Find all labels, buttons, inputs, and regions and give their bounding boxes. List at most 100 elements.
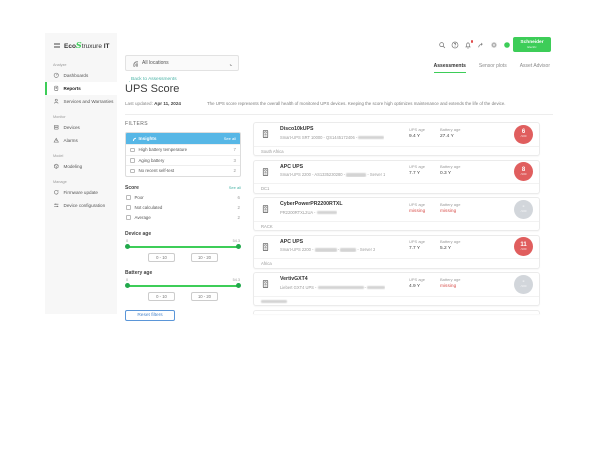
ups-age-label: UPS age	[409, 127, 425, 132]
ups-age-label: UPS age	[409, 277, 425, 282]
settings-button[interactable]	[490, 41, 498, 49]
share-icon	[477, 41, 485, 49]
range-preset-button[interactable]: 10 - 20	[191, 292, 218, 301]
sidebar-item-device-configuration[interactable]: Device configuration	[45, 199, 117, 212]
search-button[interactable]	[438, 41, 446, 49]
slider-min-label: 0	[126, 239, 128, 243]
app-logo: EcoStruxure IT	[64, 40, 110, 50]
device-card[interactable]: Disco10kUPSSmart-UPS SRT 10000 - QS14451…	[253, 122, 540, 156]
ups-age-value: 7.7 Y	[409, 171, 425, 176]
score-checkbox-poor[interactable]	[126, 195, 131, 200]
reset-filters-button[interactable]: Reset filters	[125, 310, 175, 321]
ups-age-label: UPS age	[409, 239, 425, 244]
tab-assessments[interactable]: Assessments	[434, 63, 466, 73]
insights-filter-box: Insights See all High battery temperatur…	[125, 132, 241, 177]
ups-age-value: missing	[409, 209, 425, 214]
score-checkbox-average[interactable]	[126, 215, 131, 220]
device-card[interactable]: APC UPSSmart-UPS 2200 - - - Server 2UPS …	[253, 235, 540, 269]
device-name: CyberPowerPR2200RTXL	[280, 201, 343, 207]
device-card[interactable]: CyberPowerPR2200RTXLPR2200RTXL2UA - UPS …	[253, 197, 540, 231]
score-max: /100	[521, 248, 527, 252]
device-model: Smart-UPS 2200 - - - Server 2	[280, 247, 375, 252]
sidebar-item-label: Services and Warranties	[64, 99, 114, 104]
location-pin-icon	[131, 60, 138, 67]
filter-label: No recent self-test	[139, 168, 175, 173]
slider-handle-max[interactable]	[236, 244, 241, 249]
sidebar-item-alarms[interactable]: Alarms	[45, 134, 117, 147]
sidebar-item-dashboards[interactable]: Dashboards	[45, 69, 117, 82]
score-see-all-link[interactable]: See all	[229, 185, 241, 190]
filters-panel: FILTERS Insights See all High battery te…	[125, 121, 241, 321]
battery-age: Battery age27.4 Y	[440, 127, 460, 139]
header-divider	[125, 114, 553, 115]
battery-age: Battery age5.2 Y	[440, 239, 460, 251]
lightbulb-icon	[130, 136, 136, 142]
filter-label: High battery temperature	[139, 147, 188, 152]
score-rows: Poor6Not calculated2Average2	[125, 193, 241, 223]
battery-age: Battery agemissing	[440, 277, 460, 289]
ups-age: UPS age missing	[409, 202, 425, 214]
tab-asset-advisor[interactable]: Asset Advisor	[520, 63, 550, 73]
insights-see-all-link[interactable]: See all	[224, 136, 236, 141]
location-filter-dropdown[interactable]: All locations	[125, 55, 239, 71]
sidebar-item-firmware-update[interactable]: Firmware update	[45, 186, 117, 199]
back-to-assessments-link[interactable]: Back to Assessments	[125, 77, 177, 82]
battery-age-value: 0.3 Y	[440, 171, 460, 176]
battery-age-label: Battery age	[440, 202, 460, 207]
help-button[interactable]	[451, 41, 459, 49]
battery-age-label: Battery age	[440, 239, 460, 244]
chevron-left-icon	[125, 77, 130, 82]
sidebar-item-reports[interactable]: Reports	[45, 82, 117, 95]
insight-checkbox-high-battery-temperature[interactable]	[130, 148, 135, 153]
sidebar-item-modeling[interactable]: Modeling	[45, 160, 117, 173]
range-preset-row: 0 - 10 10 - 20	[125, 292, 241, 301]
device-card[interactable]: APC UPSSmart-UPS 2200 - AS1335230280 - -…	[253, 160, 540, 194]
sidebar-item-label: Modeling	[64, 164, 83, 169]
page-description: The UPS score represents the overall hea…	[207, 101, 553, 106]
redacted-text	[261, 300, 287, 304]
score-checkbox-not-calculated[interactable]	[126, 205, 131, 210]
slider-min-label: 0	[126, 278, 128, 282]
brand-line2: Electric	[527, 46, 536, 50]
score-max: /100	[521, 173, 527, 177]
tab-sensor-plots[interactable]: Sensor plots	[479, 63, 507, 73]
ups-age-value: 4.9 Y	[409, 284, 425, 289]
slider-handle-max[interactable]	[236, 283, 241, 288]
device-card-main: APC UPSSmart-UPS 2200 - AS1335230280 - -…	[254, 161, 539, 184]
ups-age-label: UPS age	[409, 202, 425, 207]
device-card-main: Disco10kUPSSmart-UPS SRT 10000 - QS14451…	[254, 123, 539, 146]
range-preset-button[interactable]: 0 - 10	[148, 292, 175, 301]
hamburger-menu-icon[interactable]	[52, 41, 60, 49]
score-badge: -/100	[514, 275, 533, 294]
score-badge: 11/100	[514, 237, 533, 256]
slider-handle-min[interactable]	[125, 244, 130, 249]
sidebar-item-devices[interactable]: Devices	[45, 121, 117, 134]
share-button[interactable]	[477, 41, 485, 49]
notification-badge	[470, 39, 475, 44]
status-dot-button[interactable]	[503, 41, 511, 49]
page-title: UPS Score	[125, 83, 179, 95]
range-preset-button[interactable]: 0 - 10	[148, 253, 175, 262]
sidebar-item-services-and-warranties[interactable]: Services and Warranties	[45, 95, 117, 108]
device-name: APC UPS	[280, 164, 303, 170]
ecostruxure-app-window: EcoStruxure IT Analyze DashboardsReports S…	[45, 33, 555, 318]
slider-handle-min[interactable]	[125, 283, 130, 288]
schneider-electric-logo[interactable]: Schneider Electric	[513, 37, 551, 52]
score-badge: -/100	[514, 200, 533, 219]
cube-icon	[53, 163, 60, 170]
ups-age: UPS age 4.9 Y	[409, 277, 425, 289]
insight-checkbox-aging-battery[interactable]	[130, 158, 135, 163]
range-preset-button[interactable]: 10 - 20	[191, 253, 218, 262]
score-max: /100	[521, 135, 527, 139]
insight-checkbox-no-recent-self-test[interactable]	[130, 169, 135, 174]
filter-group-device-age: Device age054.30 - 1010 - 20	[125, 231, 241, 262]
redacted-text	[315, 248, 337, 252]
battery-age-value: 27.4 Y	[440, 134, 460, 139]
device-card[interactable]: VertivGXT4Liebert GXT4 UPS - - UPS age4.…	[253, 272, 540, 306]
sidebar-section-label-analyze: Analyze	[53, 63, 117, 67]
battery-age-value: missing	[440, 209, 460, 214]
device-model: Smart-UPS SRT 10000 - QS1445172406 -	[280, 135, 384, 140]
slider-track	[127, 246, 239, 248]
notifications-button[interactable]	[464, 41, 472, 49]
status-dot-icon	[503, 41, 511, 49]
